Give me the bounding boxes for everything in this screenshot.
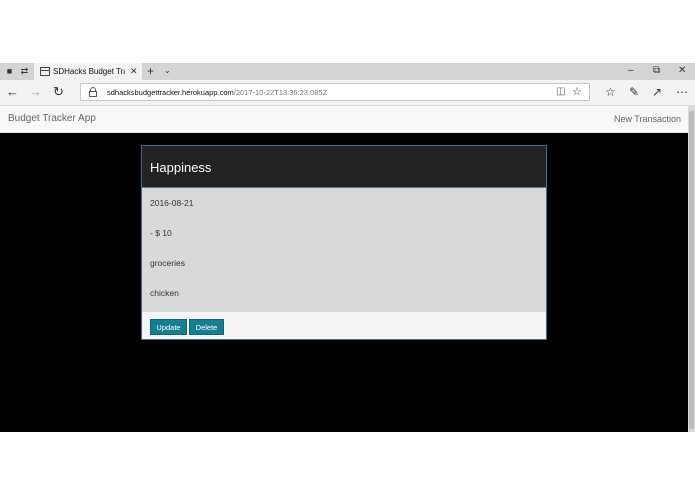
transaction-date: 2016-08-21 — [150, 198, 194, 208]
card-footer: Update Delete — [142, 312, 546, 339]
address-url: sdhacksbudgettracker.herokuapp.com/2017-… — [107, 87, 327, 98]
transaction-title: Happiness — [150, 160, 212, 175]
page-scrollbar[interactable] — [688, 106, 695, 432]
address-bar[interactable]: sdhacksbudgettracker.herokuapp.com/2017-… — [80, 83, 590, 101]
window-close-icon[interactable]: ✕ — [678, 65, 686, 77]
restore-icon[interactable]: ⧉ — [653, 65, 660, 77]
scrollbar-thumb[interactable] — [689, 111, 694, 429]
transaction-description: chicken — [150, 288, 179, 298]
transaction-category: groceries — [150, 258, 185, 268]
update-button[interactable]: Update — [150, 319, 187, 335]
new-tab-icon[interactable]: + — [147, 64, 154, 78]
close-tab-icon[interactable]: ✕ — [130, 66, 138, 77]
url-path: /2017-10-22T13:36:23.085Z — [233, 88, 328, 97]
browser-window: ■ ⇄ SDHacks Budget Tracke ✕ + ⌄ – ⧉ ✕ ← … — [0, 63, 695, 432]
browser-tab[interactable]: SDHacks Budget Tracke ✕ — [34, 63, 142, 80]
refresh-icon[interactable]: ↻ — [53, 84, 64, 100]
favorite-star-icon[interactable]: ☆ — [572, 85, 582, 99]
web-note-icon[interactable]: ✎ — [629, 84, 639, 100]
chevron-down-icon[interactable]: ⌄ — [164, 65, 171, 77]
more-options-icon[interactable]: ⋯ — [676, 84, 688, 100]
card-header: Happiness — [142, 146, 546, 188]
card-body: 2016-08-21 - $ 10 groceries chicken — [142, 188, 546, 312]
favorites-hub-icon[interactable]: ☆ — [605, 84, 616, 100]
new-transaction-link[interactable]: New Transaction — [614, 113, 681, 125]
tab-title: SDHacks Budget Tracke — [53, 67, 125, 76]
share-icon[interactable]: ↗ — [652, 84, 662, 100]
app-header: Budget Tracker App New Transaction — [0, 106, 695, 133]
navigation-bar: ← → ↻ sdhacksbudgettracker.herokuapp.com… — [0, 80, 695, 106]
minimize-icon[interactable]: – — [628, 65, 634, 77]
back-icon[interactable]: ← — [6, 84, 19, 100]
app-brand[interactable]: Budget Tracker App — [8, 112, 96, 126]
page-favicon-icon — [40, 67, 50, 76]
forward-icon[interactable]: → — [29, 84, 42, 100]
tab-preview-icon[interactable]: ⇄ — [19, 66, 30, 77]
transaction-amount: - $ 10 — [150, 228, 172, 238]
delete-button[interactable]: Delete — [189, 319, 224, 335]
reading-view-icon[interactable]: ◫ — [556, 86, 565, 98]
url-host: sdhacksbudgettracker.herokuapp.com — [107, 88, 234, 97]
transaction-card: Happiness 2016-08-21 - $ 10 groceries ch… — [141, 145, 547, 340]
lock-icon — [89, 87, 97, 97]
tab-manager-icon[interactable]: ■ — [4, 66, 15, 77]
tab-strip: ■ ⇄ SDHacks Budget Tracke ✕ + ⌄ – ⧉ ✕ — [0, 63, 695, 80]
